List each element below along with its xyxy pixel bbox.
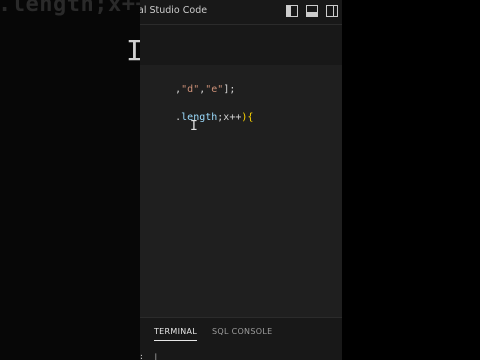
window-title: al Studio Code [140, 5, 208, 16]
right-background-pillar [342, 0, 480, 360]
bottom-panel: TERMINAL SQL CONSOLE : ❘ [140, 317, 342, 360]
code-token: ]; [223, 84, 236, 95]
editor-tabs-area [140, 25, 342, 65]
code-token: ;x++ [217, 112, 242, 123]
code-property: length [181, 112, 218, 123]
toggle-primary-sidebar-icon[interactable] [286, 5, 298, 17]
toggle-panel-icon[interactable] [306, 5, 318, 17]
text-cursor-icon: I [126, 34, 140, 67]
toggle-secondary-sidebar-icon[interactable] [326, 5, 338, 17]
title-bar: al Studio Code [140, 0, 342, 25]
vscode-window: al Studio Code ,"d","e"]; .length;x++){ … [140, 0, 342, 360]
mouse-ibeam-icon: I [190, 119, 198, 134]
code-editor[interactable]: ,"d","e"]; .length;x++){ I [140, 65, 342, 317]
left-background-pillar: .length;x++ I [0, 0, 140, 360]
tab-sql-console[interactable]: SQL CONSOLE [212, 327, 272, 340]
background-code-text: .length;x++ [0, 0, 140, 17]
code-string: "d" [181, 84, 200, 95]
code-bracket: ){ [241, 112, 254, 123]
code-string: "e" [205, 84, 224, 95]
terminal-prompt[interactable]: : ❘ [140, 352, 158, 360]
tab-terminal[interactable]: TERMINAL [154, 327, 198, 341]
